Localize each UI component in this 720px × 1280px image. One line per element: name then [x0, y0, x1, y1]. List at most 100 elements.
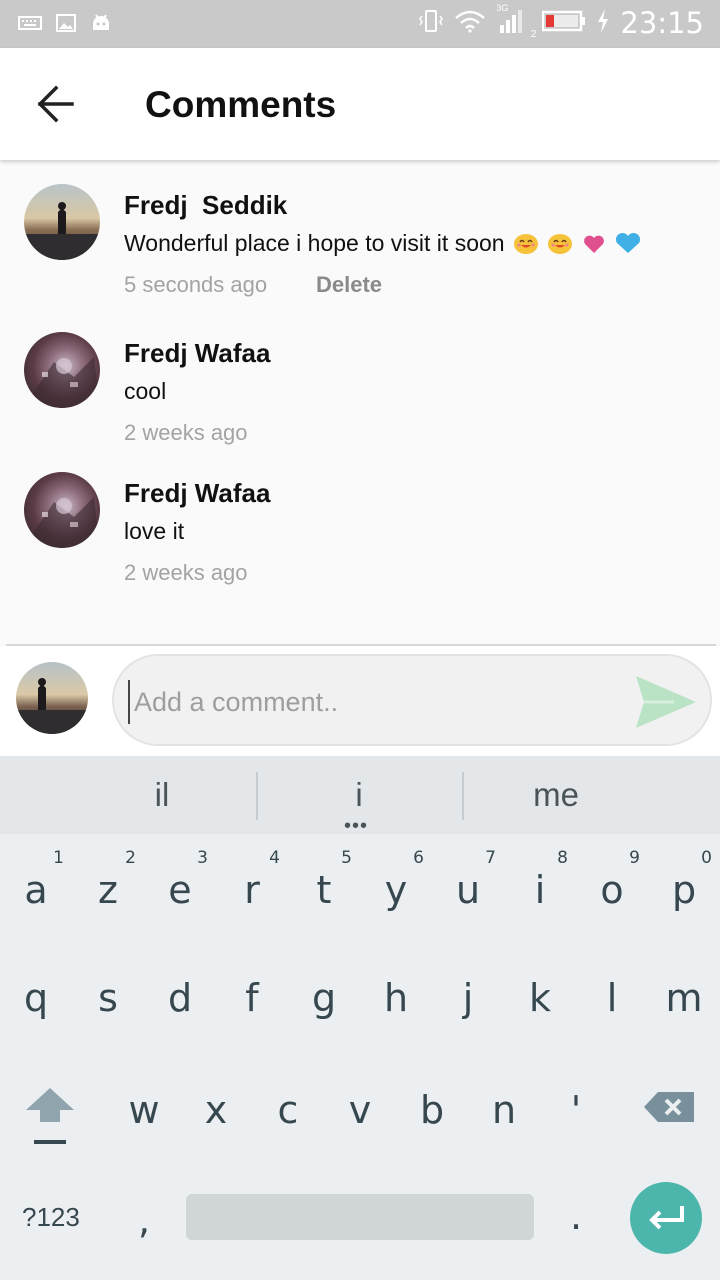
- key-hint: 1: [53, 848, 64, 868]
- key-e[interactable]: 3e: [148, 848, 212, 928]
- comment-composer: [0, 646, 720, 756]
- shift-icon: [26, 1088, 74, 1144]
- more-suggestions-icon[interactable]: •••: [344, 816, 368, 836]
- smiling-face-icon: [547, 231, 573, 261]
- key-hint: 7: [485, 848, 496, 868]
- key-label: o: [600, 868, 624, 912]
- comment-text: cool: [124, 378, 167, 404]
- period-key[interactable]: .: [544, 1174, 608, 1254]
- key-apostrophe[interactable]: ': [544, 1068, 608, 1148]
- send-button[interactable]: [634, 672, 698, 732]
- comment-text: love it: [124, 518, 185, 544]
- key-w[interactable]: w: [112, 1068, 176, 1148]
- comment-input-box[interactable]: [112, 654, 712, 746]
- key-label: l: [606, 976, 618, 1020]
- key-r[interactable]: 4r: [220, 848, 284, 928]
- key-hint: 5: [341, 848, 352, 868]
- enter-key[interactable]: [630, 1182, 702, 1254]
- key-k[interactable]: k: [508, 956, 572, 1036]
- key-p[interactable]: 0p: [652, 848, 716, 928]
- key-label: a: [24, 868, 48, 912]
- status-bar: 3G 2 23:15: [0, 0, 720, 48]
- key-label: h: [383, 976, 409, 1020]
- key-label: w: [128, 1088, 160, 1132]
- sim-slot-label: 2: [530, 28, 537, 40]
- key-o[interactable]: 9o: [580, 848, 644, 928]
- enter-icon: [649, 1206, 684, 1230]
- comment-timestamp: 2 weeks ago: [124, 560, 248, 585]
- back-arrow-icon: [37, 85, 74, 123]
- key-hint: 2: [125, 848, 136, 868]
- image-notification-icon: [56, 13, 76, 38]
- suggestion-3[interactable]: me: [456, 776, 656, 814]
- suggestion-1[interactable]: il: [62, 776, 262, 814]
- status-bar-notifications: [18, 12, 112, 39]
- key-label: c: [277, 1088, 299, 1132]
- charging-icon: [596, 8, 610, 39]
- key-i[interactable]: 8i: [508, 848, 572, 928]
- android-notification-icon: [90, 12, 112, 39]
- key-hint: 6: [413, 848, 424, 868]
- avatar[interactable]: [24, 472, 100, 548]
- key-h[interactable]: h: [364, 956, 428, 1036]
- key-b[interactable]: b: [400, 1068, 464, 1148]
- comment-author[interactable]: Fredj Wafaa: [124, 478, 270, 509]
- symbols-key[interactable]: ?123: [22, 1202, 80, 1233]
- key-hint: 0: [701, 848, 712, 868]
- key-a[interactable]: 1a: [4, 848, 68, 928]
- key-c[interactable]: c: [256, 1068, 320, 1148]
- comment-author[interactable]: Fredj Wafaa: [124, 338, 270, 369]
- key-label: t: [316, 868, 332, 912]
- space-key[interactable]: [186, 1194, 534, 1240]
- avatar[interactable]: [24, 184, 100, 260]
- key-q[interactable]: q: [4, 956, 68, 1036]
- avatar[interactable]: [24, 332, 100, 408]
- current-user-avatar: [16, 662, 88, 734]
- comment-timestamp: 2 weeks ago: [124, 420, 248, 445]
- key-label: u: [455, 868, 481, 912]
- key-g[interactable]: g: [292, 956, 356, 1036]
- backspace-key[interactable]: [636, 1078, 706, 1158]
- key-label: g: [311, 976, 337, 1020]
- soft-keyboard: il i ••• me 1a2z3e4r5t6y7u8i9o0p qsdfghj…: [0, 756, 720, 1280]
- key-d[interactable]: d: [148, 956, 212, 1036]
- cell-signal-icon: 3G 2: [496, 3, 536, 40]
- key-x[interactable]: x: [184, 1068, 248, 1148]
- back-button[interactable]: [32, 84, 80, 124]
- send-icon: [636, 676, 696, 728]
- blue-heart-icon: [614, 231, 642, 261]
- key-f[interactable]: f: [220, 956, 284, 1036]
- key-n[interactable]: n: [472, 1068, 536, 1148]
- key-label: v: [348, 1088, 372, 1132]
- comment-author[interactable]: Fredj Seddik: [124, 190, 287, 221]
- comment-input[interactable]: [128, 680, 628, 724]
- key-m[interactable]: m: [652, 956, 716, 1036]
- key-label: p: [671, 868, 697, 912]
- network-type-label: 3G: [496, 2, 509, 13]
- key-j[interactable]: j: [436, 956, 500, 1036]
- delete-comment-button[interactable]: Delete: [316, 272, 382, 298]
- key-t[interactable]: 5t: [292, 848, 356, 928]
- period-key-label: .: [569, 1194, 583, 1238]
- suggestion-2[interactable]: i: [259, 776, 459, 814]
- comment-item: Fredj Wafaa cool 2 weeks ago: [0, 330, 720, 470]
- key-label: e: [168, 868, 192, 912]
- comma-key[interactable]: ,: [112, 1178, 176, 1258]
- key-v[interactable]: v: [328, 1068, 392, 1148]
- key-hint: 8: [557, 848, 568, 868]
- shift-key[interactable]: [18, 1078, 82, 1158]
- vibrate-icon: [418, 8, 444, 39]
- comment-text-body: Wonderful place i hope to visit it soon: [124, 230, 505, 256]
- key-label: z: [98, 868, 118, 912]
- key-label: ': [570, 1088, 582, 1132]
- key-s[interactable]: s: [76, 956, 140, 1036]
- key-u[interactable]: 7u: [436, 848, 500, 928]
- status-bar-system: 3G 2 23:15: [418, 3, 704, 40]
- key-l[interactable]: l: [580, 956, 644, 1036]
- key-label: n: [491, 1088, 517, 1132]
- key-y[interactable]: 6y: [364, 848, 428, 928]
- backspace-icon: [644, 1092, 694, 1122]
- keyboard-notification-icon: [18, 15, 42, 36]
- key-label: d: [167, 976, 193, 1020]
- key-z[interactable]: 2z: [76, 848, 140, 928]
